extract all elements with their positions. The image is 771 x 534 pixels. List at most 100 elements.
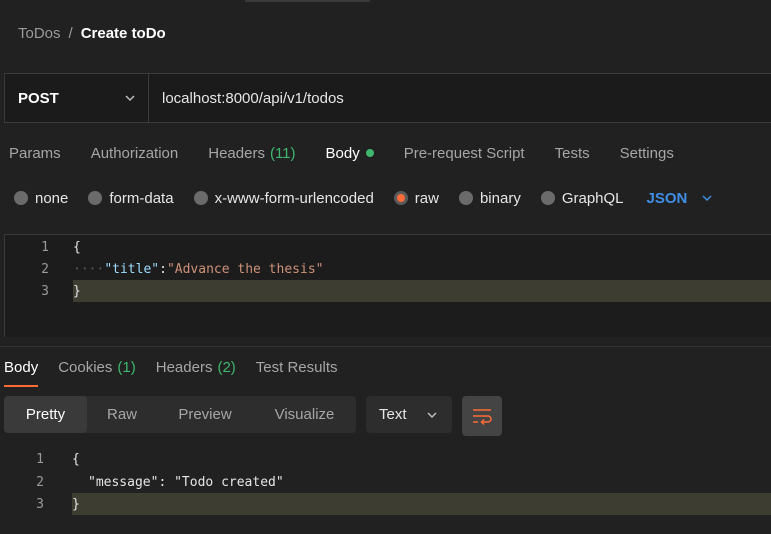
- body-type-graphql-label: GraphQL: [561, 189, 624, 207]
- breadcrumb-collection[interactable]: ToDos: [18, 25, 61, 42]
- line-number: 1: [41, 239, 49, 255]
- line-number: 3: [36, 496, 44, 512]
- request-body-editor[interactable]: 1 { 2 ····"title":"Advance the thesis" 3…: [4, 234, 771, 337]
- tab-test-results-label: Test Results: [255, 358, 338, 376]
- code-line: 1 {: [5, 236, 771, 258]
- headers-count: (11): [269, 144, 296, 162]
- chevron-down-icon: [702, 195, 712, 202]
- radio-graphql[interactable]: [540, 191, 555, 205]
- view-mode-visualize-label: Visualize: [274, 406, 335, 423]
- tab-response-body-label: Body: [4, 358, 39, 376]
- breadcrumb: ToDos / Create toDo: [18, 22, 166, 44]
- chevron-down-icon: [125, 95, 135, 102]
- radio-none[interactable]: [14, 191, 28, 205]
- body-type-raw[interactable]: raw: [393, 189, 439, 207]
- view-mode-visualize[interactable]: Visualize: [253, 396, 356, 433]
- json-colon: :: [158, 474, 175, 490]
- tab-prerequest-script[interactable]: Pre-request Script: [404, 141, 525, 165]
- tab-prerequest-label: Pre-request Script: [403, 144, 525, 162]
- request-tabs: Params Authorization Headers (11) Body P…: [9, 141, 704, 165]
- body-type-urlencoded-label: x-www-form-urlencoded: [214, 189, 374, 207]
- code-close-brace: }: [72, 496, 80, 512]
- radio-urlencoded[interactable]: [193, 191, 208, 205]
- current-line-highlight: [73, 280, 771, 302]
- code-content: "message": "Todo created": [88, 475, 284, 490]
- response-format-select[interactable]: Text: [366, 396, 452, 433]
- body-format-label: JSON: [646, 189, 688, 207]
- body-type-binary-label: binary: [479, 189, 521, 207]
- body-type-options: none form-data x-www-form-urlencoded raw…: [14, 187, 713, 209]
- breadcrumb-separator: /: [68, 24, 73, 42]
- tab-settings-label: Settings: [619, 144, 674, 162]
- line-number: 3: [41, 283, 49, 299]
- json-colon: :: [159, 261, 167, 277]
- radio-raw[interactable]: [393, 191, 408, 205]
- tab-tests[interactable]: Tests: [555, 141, 590, 165]
- response-format-label: Text: [379, 406, 407, 423]
- tab-params[interactable]: Params: [9, 141, 61, 165]
- body-type-none[interactable]: none: [14, 190, 68, 207]
- tab-authorization[interactable]: Authorization: [91, 141, 179, 165]
- tab-response-cookies[interactable]: Cookies (1): [58, 355, 136, 379]
- view-mode-preview-label: Preview: [178, 406, 232, 423]
- body-type-binary[interactable]: binary: [458, 189, 521, 207]
- top-tab-indicator: [245, 0, 370, 2]
- radio-form-data[interactable]: [88, 191, 103, 205]
- url-input[interactable]: [149, 74, 771, 122]
- body-type-raw-label: raw: [414, 189, 439, 207]
- code-line-current: 3 }: [0, 493, 771, 515]
- response-headers-count: (2): [217, 358, 236, 376]
- current-line-highlight: [72, 493, 771, 515]
- method-label: POST: [18, 89, 59, 107]
- radio-binary[interactable]: [458, 191, 473, 205]
- view-mode-pretty[interactable]: Pretty: [4, 396, 87, 433]
- code-indent: ····: [73, 261, 105, 277]
- body-format-select[interactable]: JSON: [647, 190, 714, 207]
- code-open-brace: {: [72, 451, 80, 467]
- body-type-form-data-label: form-data: [109, 189, 174, 207]
- tab-authorization-label: Authorization: [90, 144, 179, 162]
- body-type-form-data[interactable]: form-data: [88, 189, 174, 207]
- line-number: 2: [36, 474, 44, 490]
- body-status-dot: [365, 149, 374, 157]
- response-body-viewer[interactable]: 1 { 2 "message": "Todo created" 3 }: [0, 448, 771, 534]
- url-bar: POST: [4, 73, 771, 123]
- body-type-none-label: none: [35, 189, 69, 207]
- response-tabs: Body Cookies (1) Headers (2) Test Result…: [4, 355, 358, 387]
- json-value: "Todo created": [174, 474, 284, 490]
- tab-body[interactable]: Body: [326, 141, 374, 165]
- tab-settings[interactable]: Settings: [620, 141, 674, 165]
- code-line: 2 "message": "Todo created": [0, 471, 771, 493]
- view-mode-raw-label: Raw: [106, 406, 137, 423]
- tab-response-headers[interactable]: Headers (2): [156, 355, 236, 379]
- chevron-down-icon: [427, 411, 437, 418]
- request-title[interactable]: Create toDo: [81, 25, 166, 42]
- tab-response-cookies-label: Cookies: [58, 358, 113, 376]
- tab-params-label: Params: [9, 144, 61, 162]
- wrap-lines-button[interactable]: [462, 396, 502, 436]
- tab-tests-label: Tests: [554, 144, 590, 162]
- json-value: "Advance the thesis": [166, 261, 324, 277]
- tab-headers-label: Headers: [208, 144, 265, 162]
- json-key: "message": [88, 474, 159, 490]
- code-line: 2 ····"title":"Advance the thesis": [5, 258, 771, 280]
- code-close-brace: }: [73, 283, 81, 299]
- code-content: ····"title":"Advance the thesis": [73, 262, 323, 277]
- view-mode-toggle: Pretty Raw Preview Visualize: [4, 396, 356, 433]
- body-type-urlencoded[interactable]: x-www-form-urlencoded: [193, 189, 374, 207]
- tab-response-headers-label: Headers: [155, 358, 213, 376]
- code-line-current: 3 }: [5, 280, 771, 302]
- json-key: "title": [104, 261, 160, 277]
- view-mode-preview[interactable]: Preview: [157, 396, 253, 433]
- body-type-graphql[interactable]: GraphQL: [540, 189, 624, 207]
- line-number: 1: [36, 451, 44, 467]
- tab-headers[interactable]: Headers (11): [208, 141, 295, 165]
- view-mode-raw[interactable]: Raw: [87, 396, 157, 433]
- tab-test-results[interactable]: Test Results: [256, 355, 338, 379]
- tab-response-body[interactable]: Body: [4, 355, 39, 387]
- view-mode-pretty-label: Pretty: [25, 406, 66, 423]
- wrap-lines-icon: [473, 409, 492, 425]
- pane-divider[interactable]: [0, 346, 771, 347]
- cookies-count: (1): [117, 358, 136, 376]
- method-select[interactable]: POST: [5, 74, 149, 122]
